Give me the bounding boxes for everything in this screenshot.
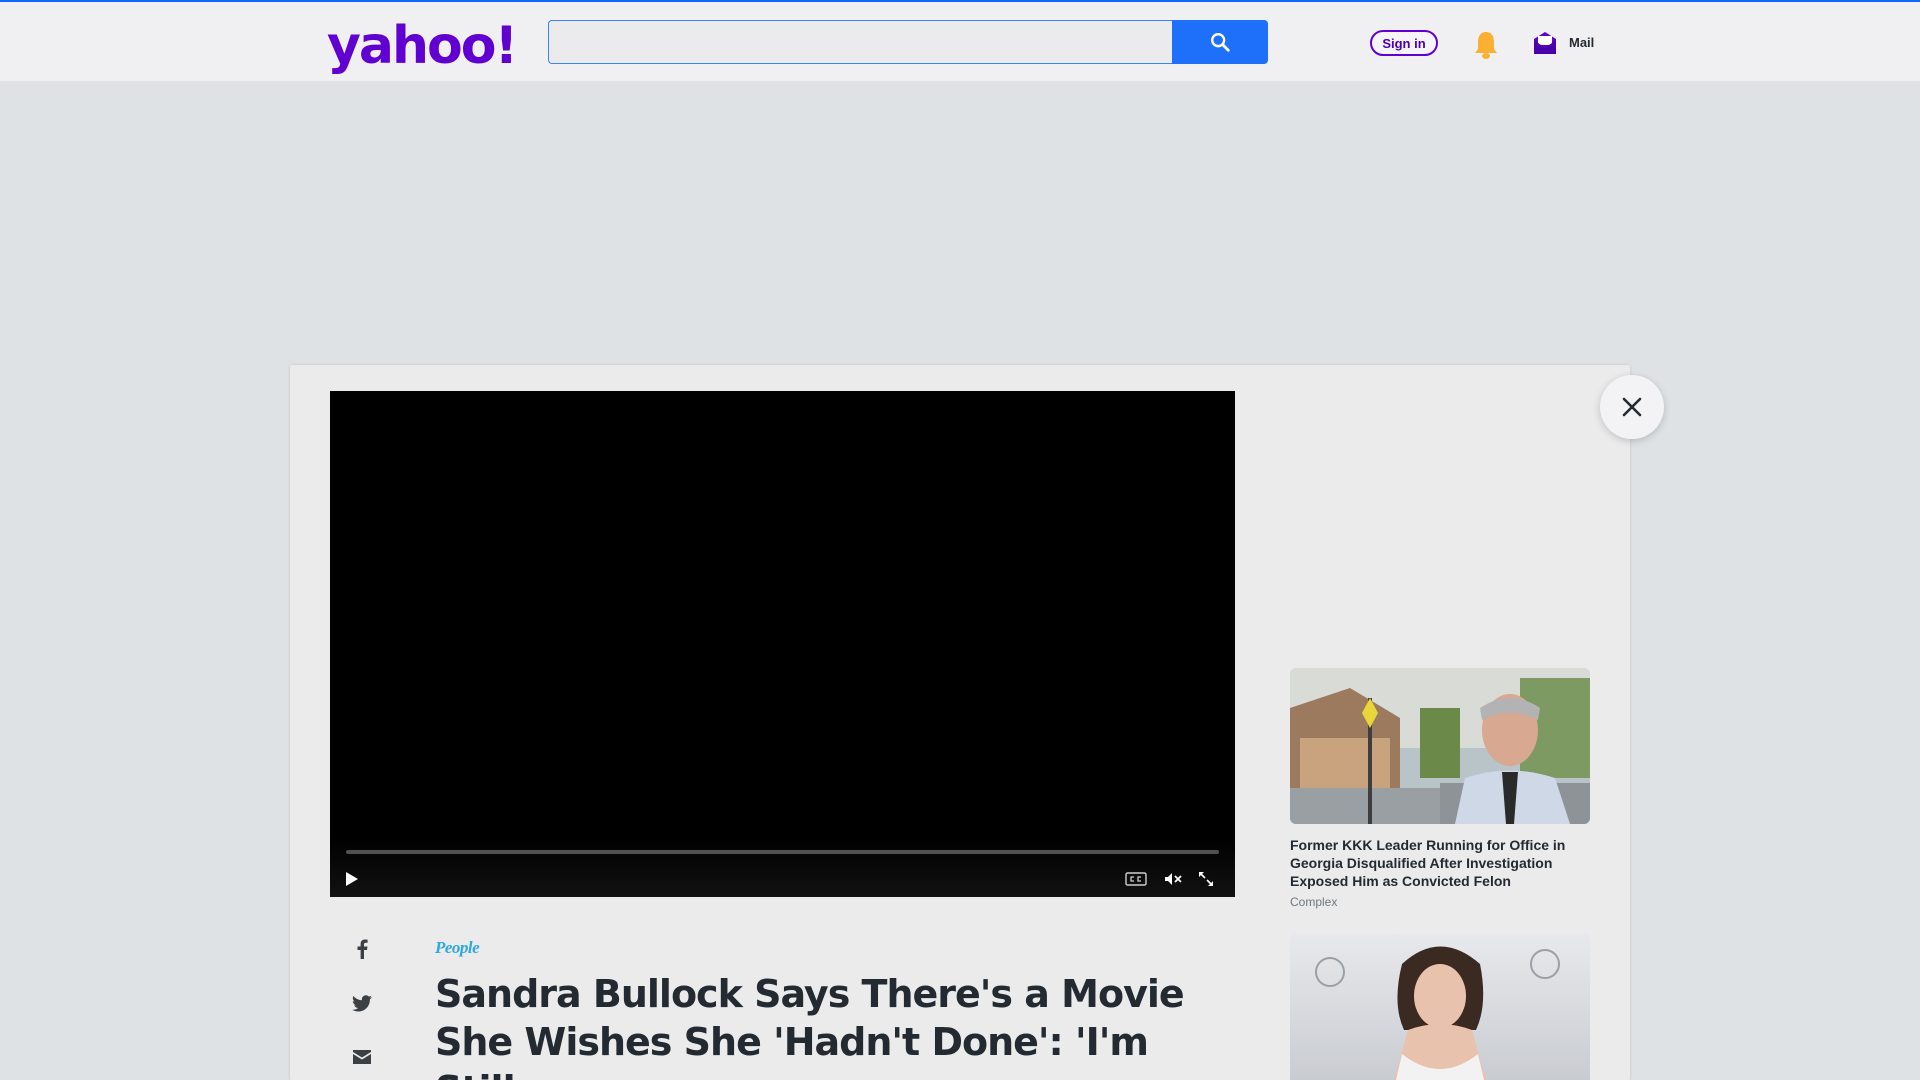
mail-button[interactable]: [1532, 30, 1558, 56]
closed-captions-button[interactable]: [1124, 869, 1148, 889]
mail-icon: [1534, 32, 1556, 54]
play-button[interactable]: [340, 869, 364, 889]
share-twitter-button[interactable]: [350, 991, 374, 1015]
article-headline: Sandra Bullock Says There's a Movie She …: [435, 972, 1185, 1080]
mute-icon: [1165, 873, 1182, 885]
close-button[interactable]: [1600, 375, 1664, 439]
article-source-link[interactable]: People: [435, 938, 480, 958]
search-icon: [1211, 33, 1230, 52]
search-input[interactable]: [548, 20, 1172, 64]
search-button[interactable]: [1172, 20, 1268, 64]
mute-button[interactable]: [1161, 869, 1185, 889]
play-icon: [346, 872, 358, 886]
close-icon: [1622, 397, 1642, 417]
yahoo-logo[interactable]: yahoo!: [327, 12, 518, 80]
video-controls-overlay: [330, 837, 1235, 897]
share-facebook-button[interactable]: [350, 937, 374, 961]
search-bar: [548, 20, 1268, 64]
facebook-icon: [357, 939, 368, 959]
twitter-icon: [352, 994, 372, 1011]
related-story-source: Complex: [1290, 895, 1338, 909]
mail-link[interactable]: Mail: [1569, 35, 1594, 50]
closed-captions-icon: [1125, 872, 1147, 886]
related-story-image-2: [1290, 934, 1590, 1080]
bell-icon: [1475, 32, 1497, 59]
sign-in-button[interactable]: Sign in: [1370, 30, 1438, 56]
site-header: yahoo! Sign in Mail: [0, 2, 1920, 82]
video-progress-bar[interactable]: [346, 850, 1219, 854]
notifications-button[interactable]: [1472, 30, 1500, 60]
related-story-title[interactable]: Former KKK Leader Running for Office in …: [1290, 836, 1590, 890]
related-story-image: [1290, 668, 1590, 824]
fullscreen-icon: [1199, 872, 1213, 886]
fullscreen-button[interactable]: [1194, 869, 1218, 889]
article-card: People Sandra Bullock Says There's a Mov…: [290, 365, 1630, 1080]
related-story-thumbnail[interactable]: [1290, 668, 1590, 824]
related-story-thumbnail-2[interactable]: [1290, 934, 1590, 1080]
video-player[interactable]: [330, 391, 1235, 897]
share-email-button[interactable]: [350, 1045, 374, 1069]
email-icon: [353, 1050, 371, 1064]
